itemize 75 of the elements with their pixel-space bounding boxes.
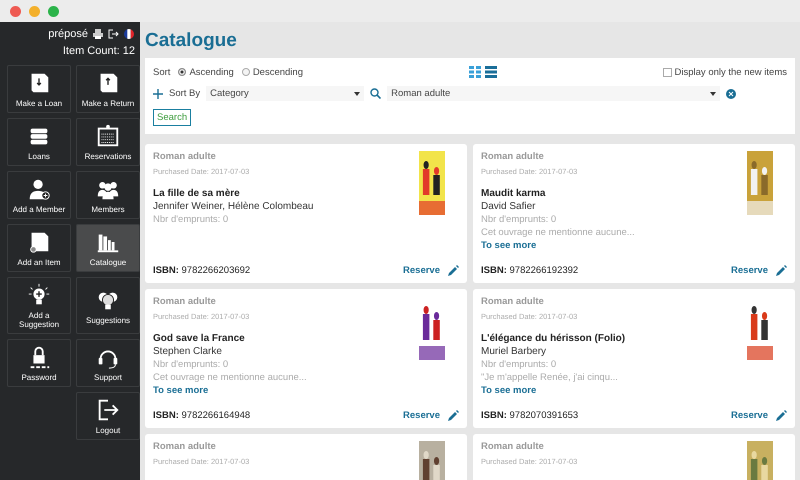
menu-tile[interactable]: Logout [76, 392, 140, 440]
pencil-icon[interactable] [448, 265, 459, 276]
menu-tile[interactable]: Add a Member [7, 171, 71, 219]
sort-label: Sort [153, 66, 170, 78]
loan-count: Nbr d'emprunts: 0 [481, 214, 558, 225]
search-icon [370, 88, 382, 99]
menu-tile[interactable]: Password [7, 339, 71, 387]
book-author: Stephen Clarke [153, 346, 223, 357]
pencil-icon[interactable] [448, 410, 459, 421]
clear-icon[interactable] [726, 88, 736, 98]
item-count: Item Count: 12 [62, 44, 136, 59]
caret-icon[interactable] [710, 92, 716, 96]
reserve-link[interactable]: Reserve [403, 410, 440, 421]
book-excerpt: Cet ouvrage ne mentionne aucune... [153, 372, 308, 383]
close-button[interactable] [10, 6, 21, 16]
radio-button[interactable] [178, 68, 186, 76]
book-category: Roman adulte [481, 151, 545, 162]
book-title: God save la France [153, 333, 246, 344]
menu-tile[interactable]: Suggestions [76, 277, 140, 334]
page-title: Catalogue [145, 30, 238, 52]
book-category: Roman adulte [153, 296, 217, 307]
see-more-link[interactable]: To see more [481, 240, 787, 251]
book-title: Maudit karma [481, 188, 546, 199]
isbn: ISBN: 9782070391653 [481, 410, 578, 421]
book-excerpt: Cet ouvrage ne mentionne aucune... [481, 227, 636, 238]
isbn: ISBN: 9782266164948 [153, 410, 250, 421]
book-author: Muriel Barbery [481, 346, 548, 357]
book-author: David Safier [481, 201, 536, 212]
menu-tile[interactable]: Add an Item [7, 224, 71, 272]
menu-tile[interactable]: Members [76, 171, 140, 219]
search-button[interactable]: Search [153, 109, 192, 126]
menu-tile[interactable]: Support [76, 339, 140, 387]
reserve-link[interactable]: Reserve [731, 410, 768, 421]
caret-icon[interactable] [354, 92, 360, 96]
logout-icon[interactable] [108, 29, 119, 39]
flag-icon[interactable] [124, 29, 134, 39]
sort-by-dropdown[interactable]: Category [206, 86, 364, 101]
loan-count: Nbr d'emprunts: 0 [481, 359, 558, 370]
radio-label[interactable]: Ascending [189, 66, 234, 78]
menu-tile[interactable]: Make a Loan [7, 65, 71, 113]
printer-icon[interactable] [93, 29, 103, 39]
book-category: Roman adulte [481, 296, 545, 307]
see-more-link[interactable]: To see more [153, 385, 459, 396]
menu-tile[interactable]: Catalogue [76, 224, 140, 272]
sort-by-label: Sort By [169, 88, 200, 99]
checkbox[interactable] [662, 68, 672, 76]
isbn: ISBN: 9782266203692 [153, 265, 250, 276]
book-title: L'élégance du hérisson (Folio) [481, 333, 626, 344]
book-category: Roman adulte [481, 441, 545, 452]
book-excerpt: "Je m'appelle Renée, j'ai cinqu... [481, 372, 619, 383]
see-more-link[interactable]: To see more [481, 385, 787, 396]
menu-tile[interactable]: Reservations [76, 118, 140, 166]
book-category: Roman adulte [153, 151, 217, 162]
menu-tile[interactable]: Add a Suggestion [7, 277, 71, 334]
book-category: Roman adulte [153, 441, 217, 452]
user-name: préposé [48, 28, 88, 40]
book-title: La fille de sa mère [153, 188, 241, 199]
loan-count: Nbr d'emprunts: 0 [153, 214, 230, 225]
menu-tile[interactable]: Loans [7, 118, 71, 166]
plus-icon[interactable] [153, 88, 163, 98]
list-view-icon[interactable] [484, 66, 497, 78]
book-author: Jennifer Weiner, Hélène Colombeau [153, 201, 314, 212]
menu-tile[interactable]: Make a Return [76, 65, 140, 113]
pencil-icon[interactable] [776, 265, 787, 276]
radio-button[interactable] [242, 68, 250, 76]
checkbox-label[interactable]: Display only the new items [674, 66, 787, 78]
isbn: ISBN: 9782266192392 [481, 265, 578, 276]
radio-label[interactable]: Descending [252, 66, 303, 78]
calendar-icon [95, 123, 121, 149]
loan-count: Nbr d'emprunts: 0 [153, 359, 230, 370]
grid-view-icon[interactable] [468, 66, 481, 78]
pencil-icon[interactable] [776, 410, 787, 421]
reserve-link[interactable]: Reserve [731, 265, 768, 276]
search-field[interactable]: Roman adulte [387, 86, 720, 101]
reserve-link[interactable]: Reserve [403, 265, 440, 276]
